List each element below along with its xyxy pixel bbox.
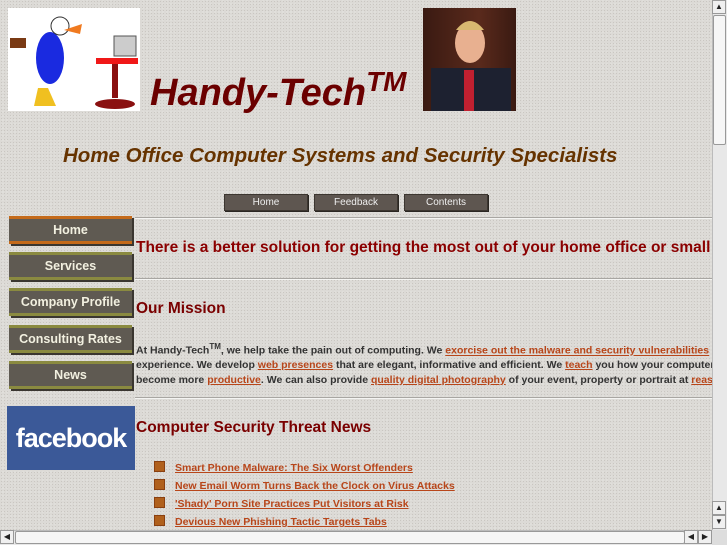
scroll-down-icon[interactable]: ▼ — [712, 515, 726, 529]
scroll-left-icon[interactable]: ◀ — [684, 530, 698, 544]
news-link[interactable]: 'Shady' Porn Site Practices Put Visitors… — [175, 498, 409, 510]
divider — [135, 278, 712, 280]
horizontal-scroll-thumb[interactable] — [15, 531, 685, 544]
scroll-right-icon[interactable]: ▶ — [698, 530, 712, 544]
text: . We can also provide — [260, 373, 371, 386]
bullet-icon — [154, 461, 165, 472]
news-heading: Computer Security Threat News — [136, 419, 372, 436]
facebook-link[interactable]: facebook — [7, 406, 135, 470]
text: experience. We develop — [136, 359, 258, 372]
malware-link[interactable]: exorcise out the malware and security vu… — [445, 345, 709, 357]
vertical-scroll-thumb[interactable] — [713, 15, 726, 145]
text: At Handy-Tech — [136, 344, 210, 357]
text: of your event, property or portrait at — [505, 373, 692, 386]
text: , we help take the pain out of computing… — [220, 344, 446, 357]
page-viewport: Handy-TechTM Home Office Computer System… — [0, 0, 712, 530]
top-nav-feedback[interactable]: Feedback — [314, 194, 398, 211]
tagline: Home Office Computer Systems and Securit… — [63, 144, 618, 167]
duck-cartoon-logo — [8, 8, 140, 111]
news-link[interactable]: Devious New Phishing Tactic Targets Tabs — [175, 516, 387, 528]
news-item: Devious New Phishing Tactic Targets Tabs — [154, 515, 387, 528]
side-nav-company-profile[interactable]: Company Profile — [9, 288, 132, 316]
side-nav-consulting-rates[interactable]: Consulting Rates — [9, 325, 132, 353]
top-nav-contents[interactable]: Contents — [404, 194, 488, 211]
text: become more — [136, 373, 208, 386]
photography-link[interactable]: quality digital photography — [371, 374, 506, 386]
reasonable-link[interactable]: reasonable — [691, 374, 712, 386]
scroll-left-icon[interactable]: ◀ — [0, 530, 14, 544]
news-item: Smart Phone Malware: The Six Worst Offen… — [154, 461, 413, 474]
brand-name: Handy-Tech — [150, 72, 367, 114]
news-link[interactable]: New Email Worm Turns Back the Clock on V… — [175, 480, 455, 492]
news-link[interactable]: Smart Phone Malware: The Six Worst Offen… — [175, 462, 413, 474]
bullet-icon — [154, 515, 165, 526]
side-nav-services[interactable]: Services — [9, 252, 132, 280]
news-item: New Email Worm Turns Back the Clock on V… — [154, 479, 455, 492]
site-title: Handy-TechTM — [150, 66, 407, 115]
teach-link[interactable]: teach — [565, 359, 592, 371]
top-nav-home[interactable]: Home — [224, 194, 308, 211]
side-nav-home[interactable]: Home — [9, 216, 132, 244]
owner-portrait-photo — [423, 8, 516, 111]
web-presences-link[interactable]: web presences — [258, 359, 333, 371]
divider — [135, 217, 712, 219]
scrollbar-corner — [712, 530, 727, 545]
productive-link[interactable]: productive — [207, 374, 261, 386]
bullet-icon — [154, 497, 165, 508]
text: you how your computer and — [595, 359, 712, 372]
divider — [135, 397, 712, 399]
bullet-icon — [154, 479, 165, 490]
scroll-up-icon[interactable]: ▲ — [712, 0, 726, 14]
news-item: 'Shady' Porn Site Practices Put Visitors… — [154, 497, 409, 510]
text: that are elegant, informative and effici… — [333, 359, 566, 372]
side-nav-news[interactable]: News — [9, 361, 132, 389]
trademark: TM — [366, 66, 407, 97]
mission-heading: Our Mission — [136, 300, 226, 317]
scroll-up-icon[interactable]: ▲ — [712, 501, 726, 515]
mission-paragraph: At Handy-TechTM, we help take the pain o… — [136, 340, 712, 388]
trademark: TM — [209, 342, 221, 351]
headline: There is a better solution for getting t… — [136, 239, 712, 256]
